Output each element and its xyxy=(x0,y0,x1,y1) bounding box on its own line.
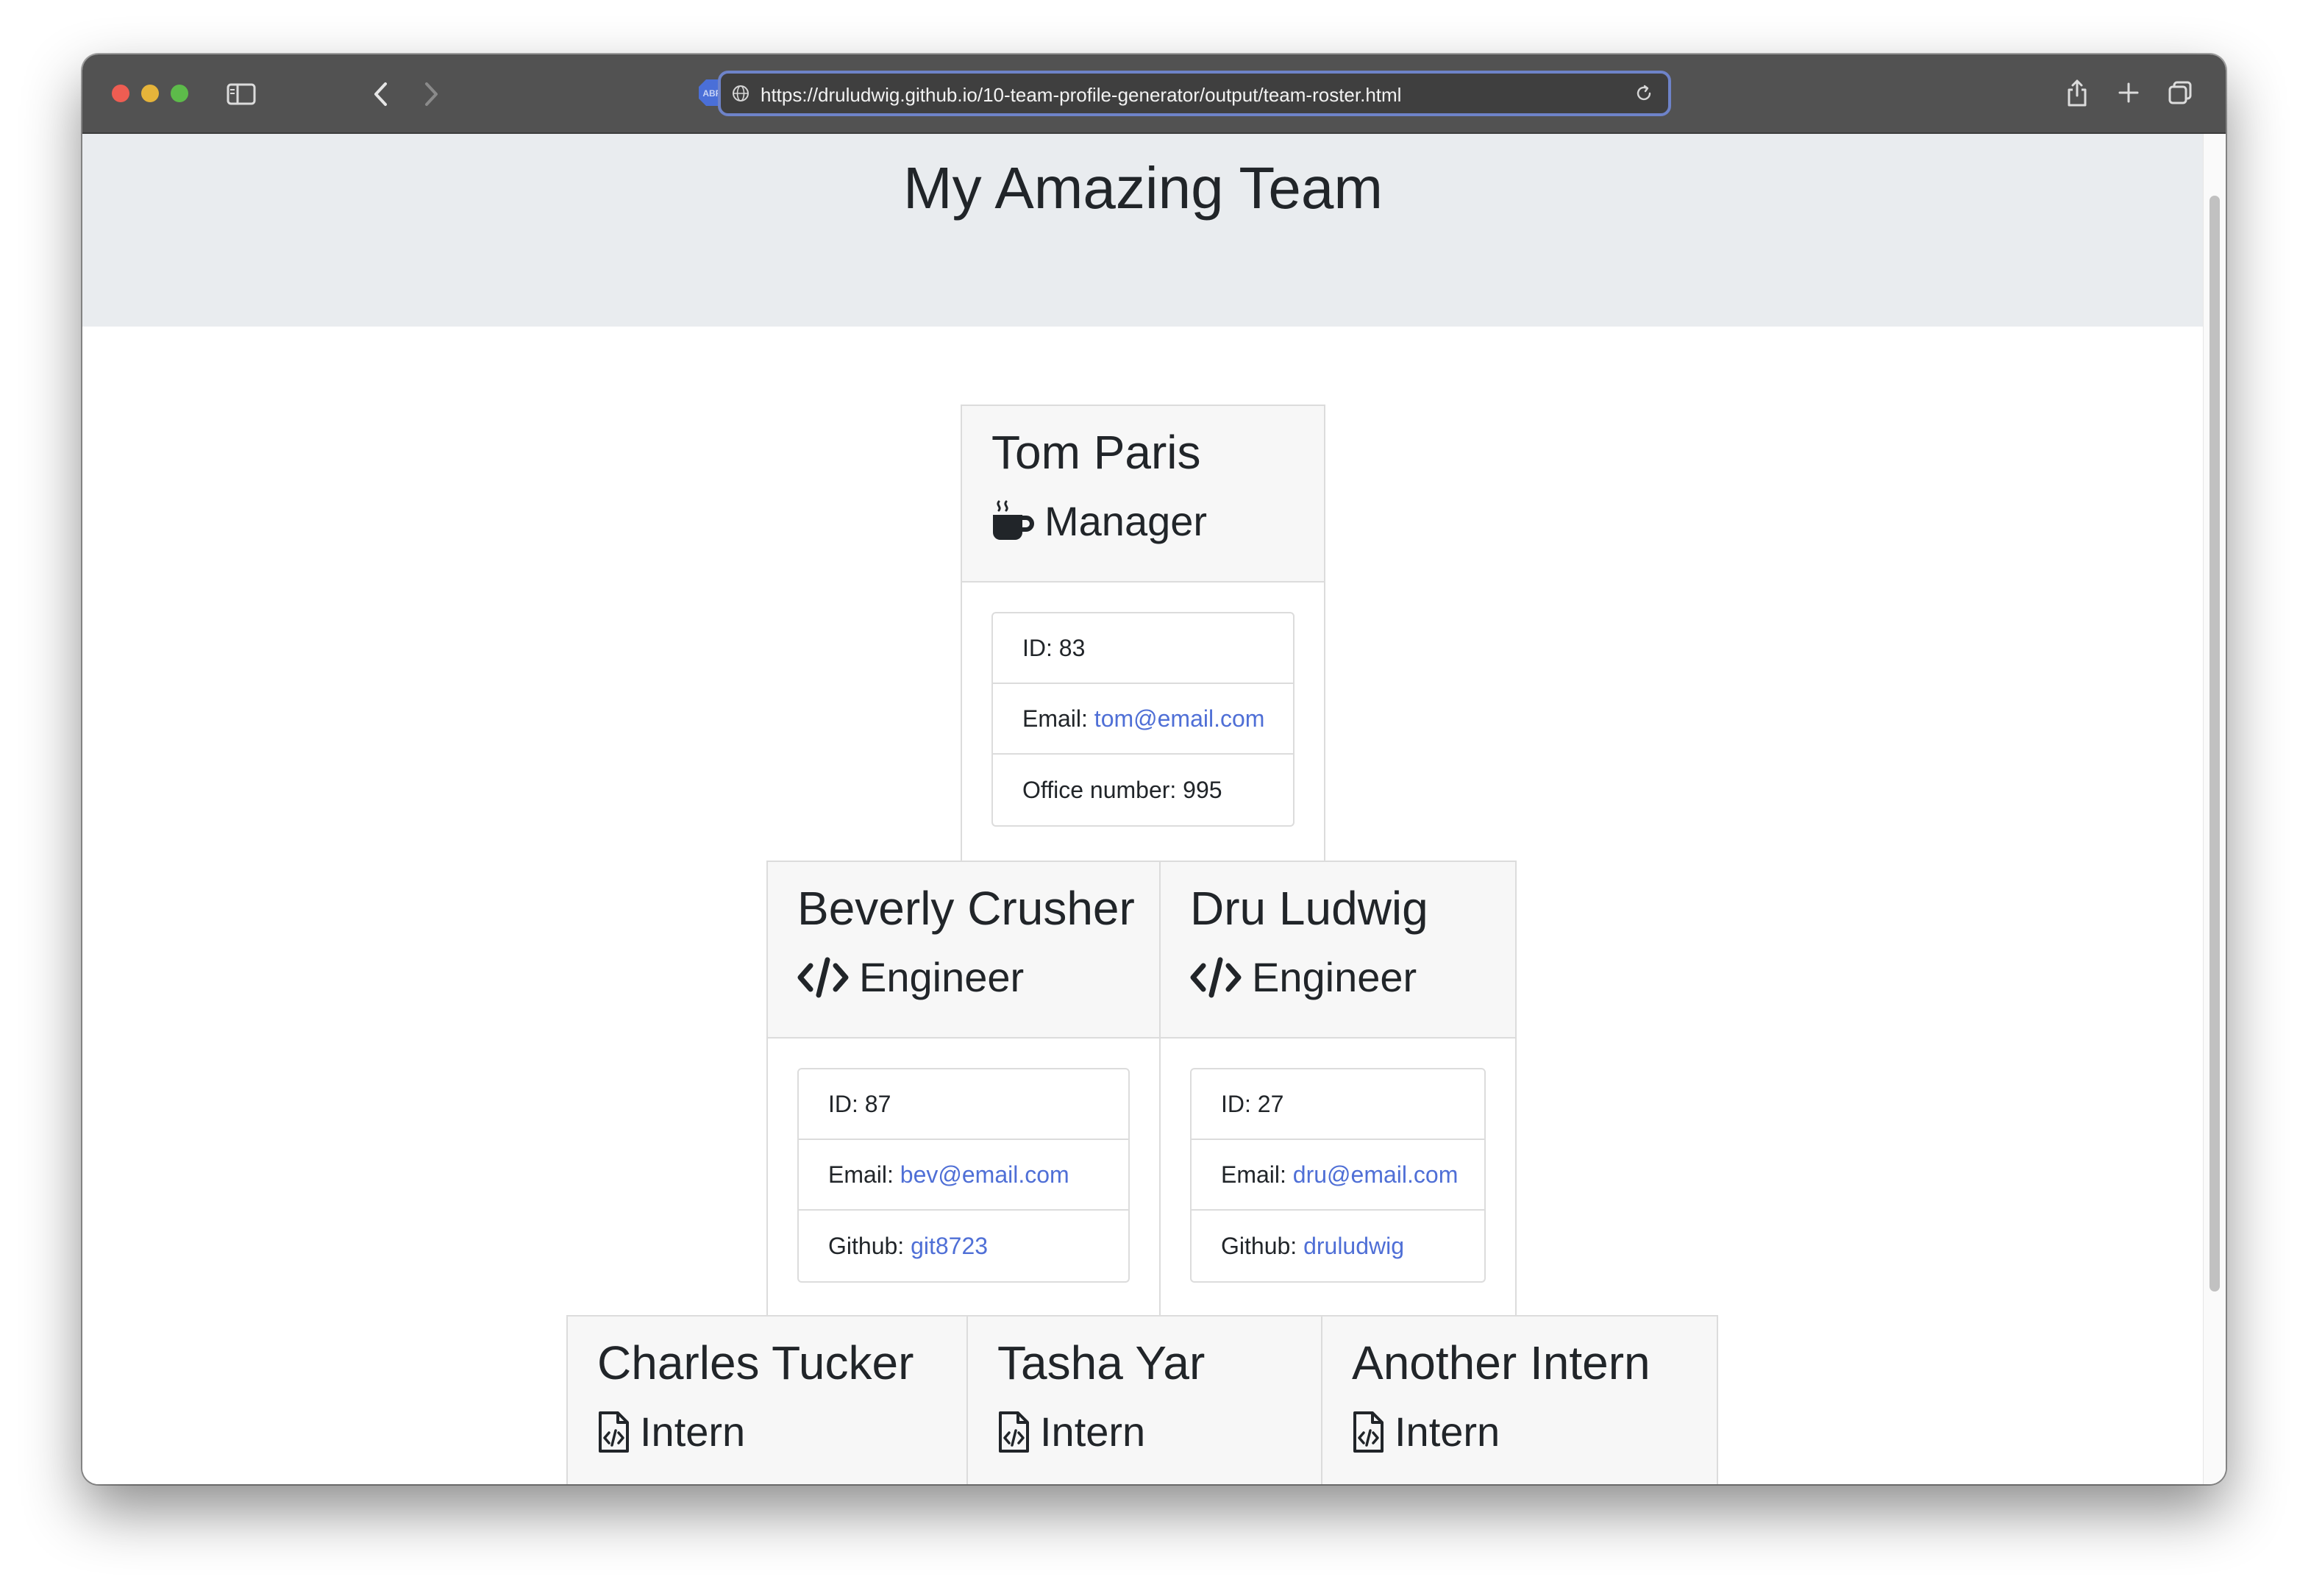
zoom-window-button[interactable] xyxy=(171,85,188,102)
intern-card: Charles Tucker Intern xyxy=(566,1315,968,1484)
info-list: ID: 27 Email: dru@email.com Github: drul… xyxy=(1190,1068,1486,1283)
id-label: ID: xyxy=(1221,1090,1251,1117)
email-row: Email: dru@email.com xyxy=(1192,1140,1484,1211)
employee-name: Dru Ludwig xyxy=(1190,882,1428,935)
employee-name: Tom Paris xyxy=(991,426,1201,479)
email-link[interactable]: dru@email.com xyxy=(1293,1161,1459,1189)
intern-card: Tasha Yar Intern xyxy=(966,1315,1322,1484)
minimize-window-button[interactable] xyxy=(141,85,159,102)
office-label: Office number: xyxy=(1022,776,1177,803)
employee-name: Charles Tucker xyxy=(597,1336,914,1389)
new-tab-icon[interactable] xyxy=(2114,78,2143,107)
id-row: ID: 83 xyxy=(993,613,1293,684)
id-label: ID: xyxy=(1022,634,1053,661)
email-label: Email: xyxy=(1221,1161,1286,1188)
reload-icon[interactable] xyxy=(1633,82,1655,104)
engineer-card: Beverly Crusher Engineer ID: 87 Email: b… xyxy=(766,861,1161,1318)
id-row: ID: 87 xyxy=(799,1069,1128,1140)
close-window-button[interactable] xyxy=(112,85,129,102)
card-header: Dru Ludwig Engineer xyxy=(1161,862,1515,1039)
email-label: Email: xyxy=(828,1161,894,1188)
card-header: Tasha Yar Intern xyxy=(968,1317,1321,1484)
employee-role: Manager xyxy=(991,497,1207,545)
email-label: Email: xyxy=(1022,705,1088,732)
employee-role: Intern xyxy=(997,1408,1145,1456)
employee-name: Beverly Crusher xyxy=(797,882,1135,935)
github-label: Github: xyxy=(1221,1232,1297,1259)
email-row: Email: bev@email.com xyxy=(799,1140,1128,1211)
scrollbar-thumb[interactable] xyxy=(2209,196,2220,1292)
office-row: Office number: 995 xyxy=(993,755,1293,825)
browser-toolbar: ABP https://druludwig.github.io/10-team-… xyxy=(82,54,2226,134)
office-value: 995 xyxy=(1183,776,1222,803)
tab-overview-icon[interactable] xyxy=(2165,78,2195,107)
employee-name: Tasha Yar xyxy=(997,1336,1206,1389)
address-bar[interactable]: https://druludwig.github.io/10-team-prof… xyxy=(718,71,1671,116)
github-label: Github: xyxy=(828,1232,905,1259)
role-label: Engineer xyxy=(1252,954,1417,1000)
info-list: ID: 83 Email: tom@email.com Office numbe… xyxy=(991,612,1295,827)
card-header: Beverly Crusher Engineer xyxy=(768,862,1159,1039)
id-value: 27 xyxy=(1257,1090,1284,1117)
manager-card: Tom Paris Manager ID: 83 Email: tom@emai… xyxy=(961,405,1325,862)
employee-role: Engineer xyxy=(797,953,1024,1001)
share-icon[interactable] xyxy=(2062,76,2092,109)
card-header: Tom Paris Manager xyxy=(962,406,1324,583)
email-link[interactable]: bev@email.com xyxy=(900,1161,1069,1189)
page-title: My Amazing Team xyxy=(902,155,1384,221)
id-row: ID: 27 xyxy=(1192,1069,1484,1140)
id-value: 83 xyxy=(1058,634,1086,661)
role-label: Engineer xyxy=(859,954,1025,1000)
browser-window: ABP https://druludwig.github.io/10-team-… xyxy=(82,54,2226,1484)
employee-role: Engineer xyxy=(1190,953,1417,1001)
file-code-icon xyxy=(1352,1411,1384,1453)
page-header: My Amazing Team xyxy=(82,134,2204,327)
github-link[interactable]: git8723 xyxy=(911,1233,988,1260)
email-link[interactable]: tom@email.com xyxy=(1094,705,1265,733)
back-icon[interactable] xyxy=(368,79,394,109)
globe-icon xyxy=(731,84,750,103)
github-link[interactable]: druludwig xyxy=(1303,1233,1404,1260)
code-icon xyxy=(1190,957,1242,998)
forward-icon[interactable] xyxy=(418,79,444,109)
id-value: 87 xyxy=(864,1090,891,1117)
employee-role: Intern xyxy=(597,1408,745,1456)
url-text: https://druludwig.github.io/10-team-prof… xyxy=(761,84,1402,106)
role-label: Manager xyxy=(1044,498,1208,544)
github-row: Github: druludwig xyxy=(1192,1211,1484,1281)
coffee-mug-icon xyxy=(991,500,1034,543)
sidebar-toggle-icon[interactable] xyxy=(225,79,257,109)
email-row: Email: tom@email.com xyxy=(993,684,1293,755)
card-header: Charles Tucker Intern xyxy=(568,1317,966,1484)
info-list: ID: 87 Email: bev@email.com Github: git8… xyxy=(797,1068,1130,1283)
role-label: Intern xyxy=(1040,1408,1146,1455)
card-header: Another Intern Intern xyxy=(1322,1317,1717,1484)
code-icon xyxy=(797,957,849,998)
page-content: My Amazing Team Tom Paris Manager ID: 83… xyxy=(82,134,2226,1484)
role-label: Intern xyxy=(640,1408,746,1455)
employee-name: Another Intern xyxy=(1352,1336,1651,1389)
id-label: ID: xyxy=(828,1090,858,1117)
vertical-scrollbar[interactable] xyxy=(2203,134,2226,1484)
employee-role: Intern xyxy=(1352,1408,1500,1456)
intern-card: Another Intern Intern xyxy=(1321,1315,1718,1484)
role-label: Intern xyxy=(1395,1408,1500,1455)
github-row: Github: git8723 xyxy=(799,1211,1128,1281)
engineer-card: Dru Ludwig Engineer ID: 27 Email: dru@em… xyxy=(1159,861,1517,1318)
file-code-icon xyxy=(997,1411,1030,1453)
file-code-icon xyxy=(597,1411,630,1453)
